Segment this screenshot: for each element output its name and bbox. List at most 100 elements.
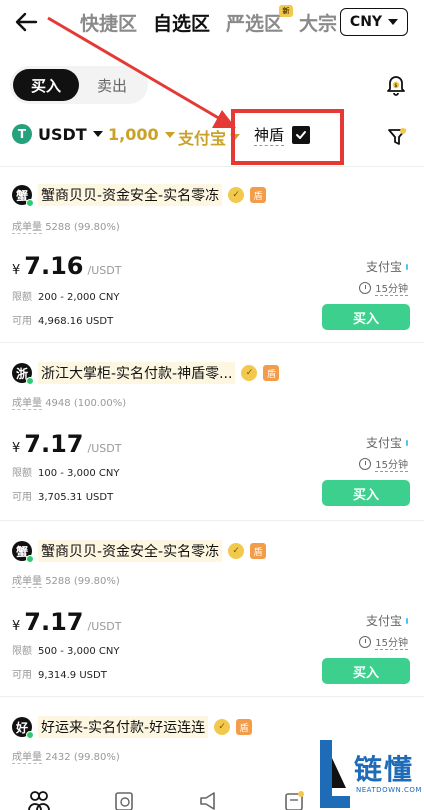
notification-bell-icon[interactable]: $ [384, 72, 408, 96]
merchant-info[interactable]: 蟹 蟹商贝贝-资金安全-实名零冻 ✓ 盾 [12, 184, 267, 207]
svg-text:$: $ [394, 83, 397, 89]
merchant-info[interactable]: 蟹 蟹商贝贝-资金安全-实名零冻 ✓ 盾 [12, 540, 267, 563]
merchant-name: 好运来-实名付款-好运连连 [38, 716, 209, 738]
online-dot [26, 555, 34, 563]
market-tabs: 快捷区 自选区 严选区 新 大宗 [80, 5, 337, 36]
payment-method: 支付宝 [366, 612, 408, 629]
back-arrow-icon[interactable] [12, 8, 40, 36]
shield-badge-icon: 盾 [250, 543, 267, 559]
available-row: 可用 9,314.9 USDT [12, 666, 107, 681]
sell-tab[interactable]: 卖出 [79, 69, 145, 101]
price: ¥ 7.17 /USDT [12, 430, 121, 458]
avatar: 蟹 [12, 541, 34, 563]
payment-method-label: 支付宝 [365, 260, 402, 274]
buy-button[interactable]: 买入 [322, 304, 410, 330]
online-dot [26, 377, 34, 385]
limit-value: 200 - 2,000 CNY [38, 292, 120, 303]
alipay-indicator-icon [406, 263, 408, 270]
listing-card: 浙 浙江大掌柜-实名付款-神盾零... ✓ 盾 成单量 4948 (100.00… [0, 342, 424, 520]
shield-checkbox[interactable] [292, 126, 311, 144]
alipay-indicator-icon [406, 439, 408, 446]
time-limit-value: 15分钟 [375, 634, 408, 650]
new-badge: 新 [279, 5, 294, 17]
limit-label: 限额 [12, 292, 32, 303]
merchant-info[interactable]: 好 好运来-实名付款-好运连连 ✓ 盾 [12, 716, 253, 739]
available-value: 4,968.16 USDT [38, 316, 114, 327]
price-value: 7.17 [24, 608, 84, 636]
check-icon [296, 131, 307, 139]
order-count: 成单量 2432 (99.80%) [12, 748, 120, 764]
limit-value: 100 - 3,000 CNY [38, 468, 120, 479]
amount-label: 1,000 [108, 125, 159, 144]
chevron-down-icon [388, 19, 399, 25]
order-count-value: 5288 (99.80%) [45, 576, 120, 587]
amount-selector[interactable]: 1,000 [108, 125, 175, 144]
merchant-info[interactable]: 浙 浙江大掌柜-实名付款-神盾零... ✓ 盾 [12, 362, 280, 385]
payment-label: 支付宝 [178, 129, 227, 148]
watermark-logo-icon [320, 740, 350, 808]
avatar: 蟹 [12, 185, 34, 207]
tab-self-select[interactable]: 自选区 [153, 9, 210, 36]
time-limit-value: 15分钟 [375, 280, 408, 296]
currency-symbol: ¥ [12, 441, 21, 456]
people-icon[interactable] [28, 790, 50, 810]
available-label: 可用 [12, 316, 32, 327]
tab-quick[interactable]: 快捷区 [80, 9, 137, 36]
merchant-name: 蟹商贝贝-资金安全-实名零冻 [38, 540, 223, 562]
payment-method: 支付宝 [366, 434, 408, 451]
merchant-name: 浙江大掌柜-实名付款-神盾零... [38, 362, 236, 384]
time-limit: 15分钟 [359, 280, 408, 296]
coin-label: USDT [38, 124, 87, 144]
order-history-icon[interactable] [114, 790, 136, 810]
tab-strict-select[interactable]: 严选区 新 [226, 5, 294, 36]
shield-filter[interactable]: 神盾 [254, 124, 311, 146]
megaphone-icon[interactable] [198, 790, 220, 810]
watermark: 链懂 NEATDOWN.COM [312, 738, 424, 810]
buy-tab[interactable]: 买入 [13, 69, 79, 101]
alipay-indicator-icon [406, 617, 408, 624]
available-label: 可用 [12, 492, 32, 503]
merchant-name: 蟹商贝贝-资金安全-实名零冻 [38, 184, 223, 206]
verified-badge-icon: ✓ [228, 187, 245, 203]
order-count-value: 4948 (100.00%) [45, 398, 127, 409]
tab-bulk[interactable]: 大宗 [299, 9, 337, 36]
payment-method-label: 支付宝 [365, 614, 402, 628]
price: ¥ 7.16 /USDT [12, 252, 121, 280]
buy-button[interactable]: 买入 [322, 480, 410, 506]
buy-button[interactable]: 买入 [322, 658, 410, 684]
document-icon[interactable] [284, 790, 306, 810]
payment-method: 支付宝 [366, 258, 408, 275]
filter-funnel-icon[interactable] [386, 126, 408, 148]
order-count-label: 成单量 [12, 398, 42, 410]
chevron-down-icon [164, 131, 175, 138]
online-dot [26, 199, 34, 207]
order-count-value: 5288 (99.80%) [45, 222, 120, 233]
clock-icon [359, 282, 372, 294]
order-count-value: 2432 (99.80%) [45, 752, 120, 763]
filter-row: T USDT 1,000 支付宝 [0, 118, 424, 158]
shield-badge-icon: 盾 [236, 719, 253, 735]
buy-sell-toggle: 买入 卖出 [10, 66, 148, 104]
price: ¥ 7.17 /USDT [12, 608, 121, 636]
currency-selector[interactable]: CNY [340, 8, 408, 36]
limit-row: 限额 500 - 3,000 CNY [12, 642, 119, 657]
limit-row: 限额 200 - 2,000 CNY [12, 288, 119, 303]
listing-card: 蟹 蟹商贝贝-资金安全-实名零冻 ✓ 盾 成单量 5288 (99.80%) ¥… [0, 520, 424, 696]
limit-row: 限额 100 - 3,000 CNY [12, 464, 119, 479]
price-value: 7.17 [24, 430, 84, 458]
price-value: 7.16 [24, 252, 84, 280]
avatar: 浙 [12, 363, 34, 385]
time-limit: 15分钟 [359, 456, 408, 472]
tab-strict-select-label: 严选区 [226, 13, 284, 35]
order-count-label: 成单量 [12, 576, 42, 588]
order-count-label: 成单量 [12, 752, 42, 764]
listing-card: 蟹 蟹商贝贝-资金安全-实名零冻 ✓ 盾 成单量 5288 (99.80%) ¥… [0, 166, 424, 342]
coin-selector[interactable]: T USDT [12, 124, 103, 144]
available-value: 3,705.31 USDT [38, 492, 114, 503]
avatar: 好 [12, 717, 34, 739]
usdt-icon: T [12, 124, 32, 144]
order-count: 成单量 5288 (99.80%) [12, 218, 120, 234]
price-unit: /USDT [87, 264, 122, 277]
available-value: 9,314.9 USDT [38, 670, 107, 681]
clock-icon [359, 636, 372, 648]
